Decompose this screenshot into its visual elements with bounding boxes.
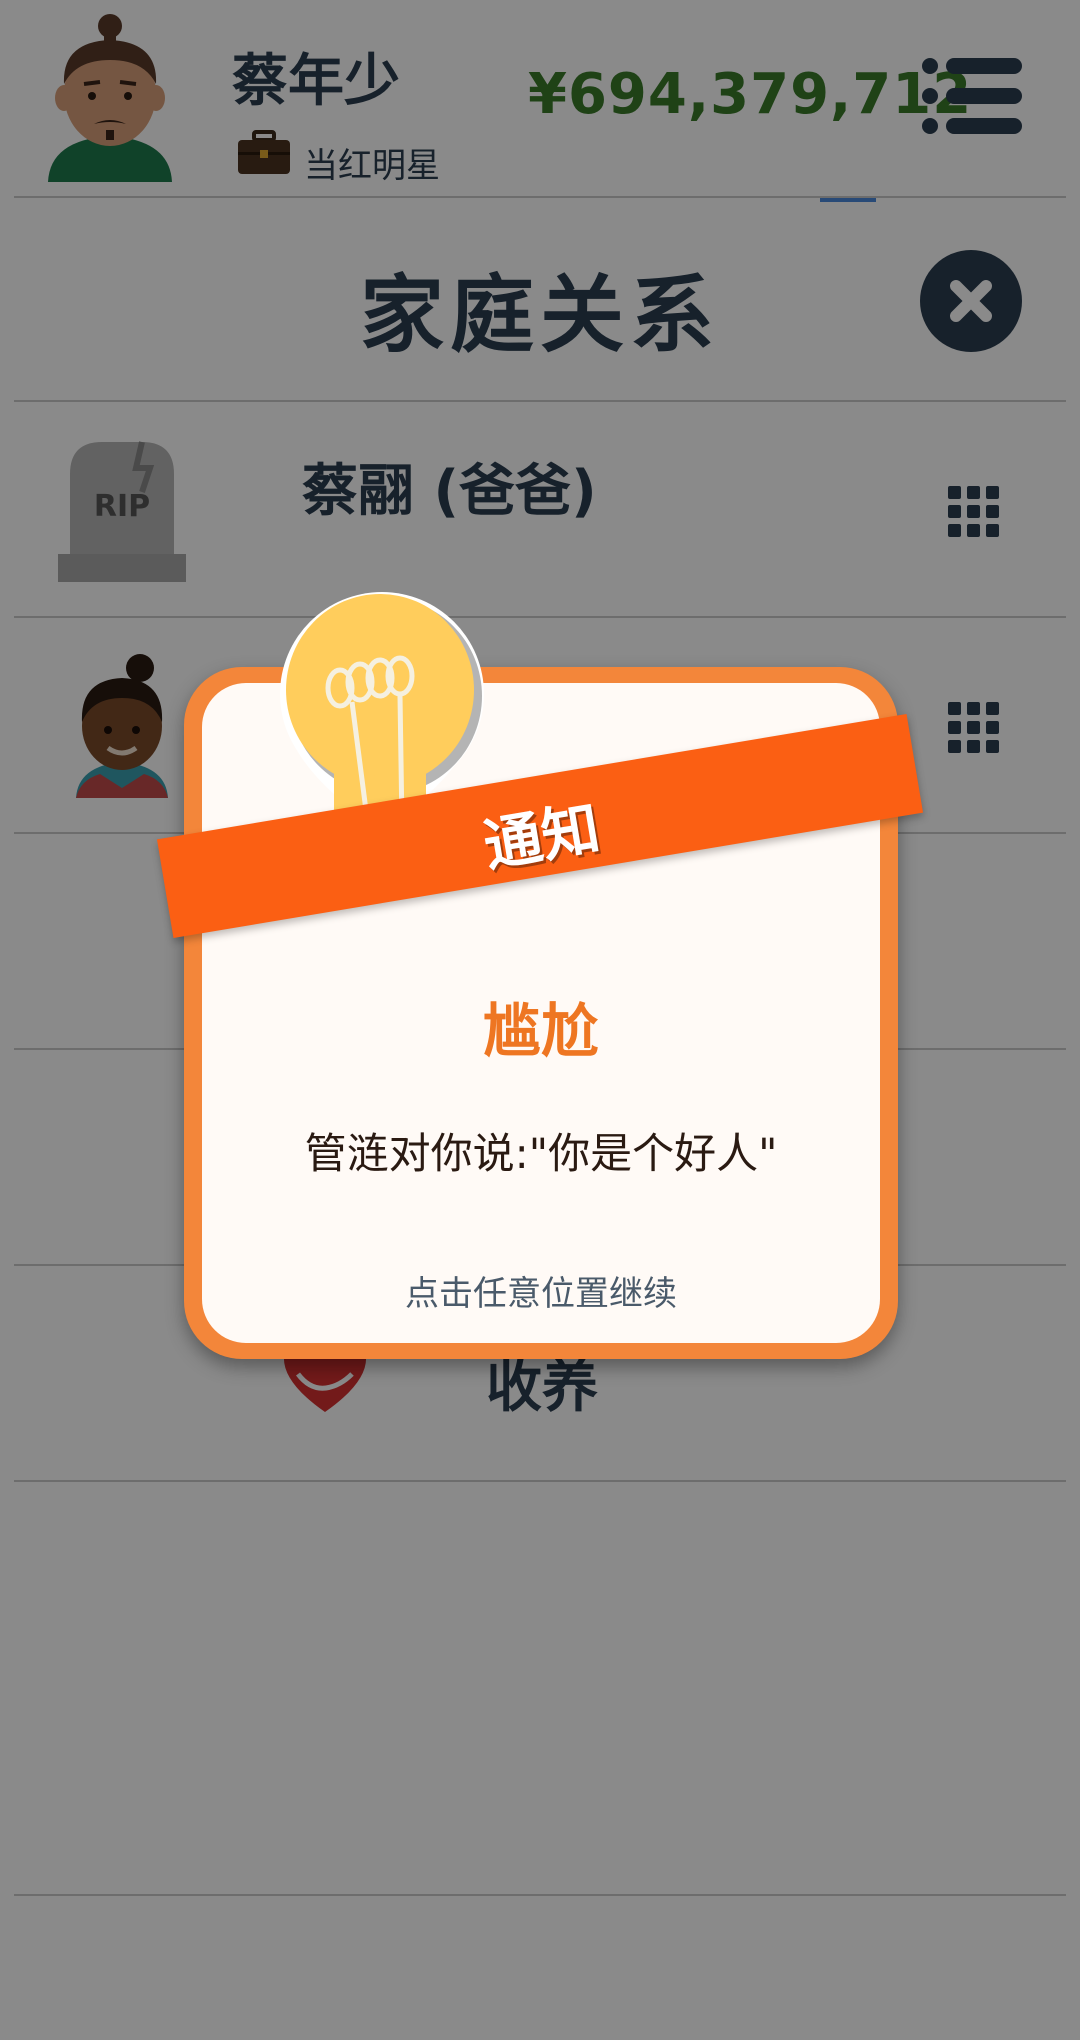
notice-message: 管涟对你说:"你是个好人"	[304, 1129, 778, 1178]
app-screen: 蔡年少 当红明星 ¥694,379,712 家庭关系 RIP 蔡翮 (爸爸) 收…	[0, 0, 1080, 2040]
continue-hint[interactable]: 点击任意位置继续	[184, 1266, 898, 1315]
notice-title: 尴尬	[482, 997, 599, 1065]
